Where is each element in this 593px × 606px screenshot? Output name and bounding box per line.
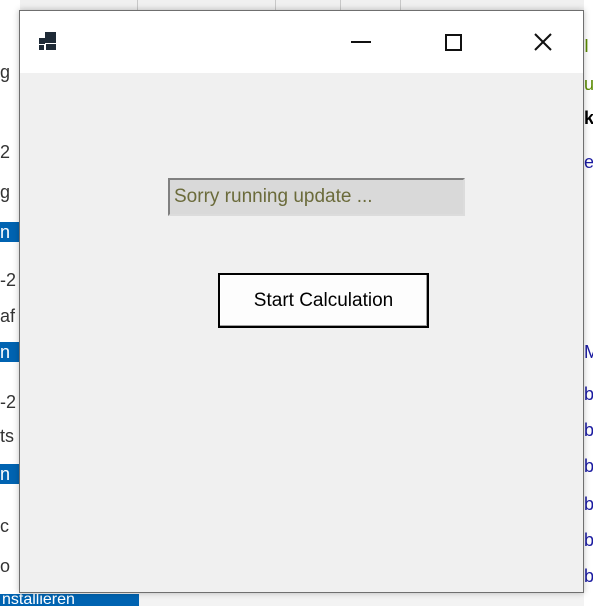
background-text: b — [584, 384, 593, 404]
close-icon — [534, 33, 552, 51]
background-install-tab: nstallieren — [0, 594, 139, 606]
background-text: b — [584, 456, 593, 476]
background-selected-text: n — [0, 464, 20, 484]
column-divider — [340, 0, 341, 10]
close-button[interactable] — [520, 11, 566, 73]
background-text: e — [584, 152, 593, 172]
maximize-icon — [444, 33, 462, 51]
background-text: g — [0, 62, 11, 82]
background-text: af — [0, 306, 16, 326]
column-divider — [400, 0, 401, 10]
background-text: 2 — [0, 142, 11, 162]
minimize-button[interactable] — [338, 11, 384, 73]
background-text: k — [584, 108, 593, 128]
minimize-icon — [351, 41, 371, 43]
background-selected-text: n — [0, 342, 20, 362]
title-bar[interactable] — [20, 11, 583, 73]
start-calculation-button[interactable]: Start Calculation — [218, 273, 429, 328]
background-text: o — [0, 556, 11, 576]
background-selected-text: n — [0, 222, 20, 242]
background-app-header — [0, 0, 593, 10]
background-text: -2 — [0, 270, 17, 290]
app-icon — [39, 32, 57, 50]
background-text: b — [584, 420, 593, 440]
background-text: -2 — [0, 392, 17, 412]
background-text: c — [0, 516, 9, 536]
column-divider — [137, 0, 138, 10]
column-divider — [275, 0, 276, 10]
background-text: b — [584, 566, 593, 586]
maximize-button[interactable] — [430, 11, 476, 73]
status-textbox[interactable]: Sorry running update ... — [168, 178, 465, 216]
background-text: b — [584, 530, 593, 550]
background-text: ts — [0, 426, 15, 446]
background-text: M — [584, 342, 593, 362]
background-text: g — [0, 182, 11, 202]
background-text: u — [584, 74, 593, 94]
background-text: I — [584, 36, 590, 56]
background-text: b — [584, 494, 593, 514]
dialog-window: Sorry running update ... Start Calculati… — [19, 10, 584, 593]
